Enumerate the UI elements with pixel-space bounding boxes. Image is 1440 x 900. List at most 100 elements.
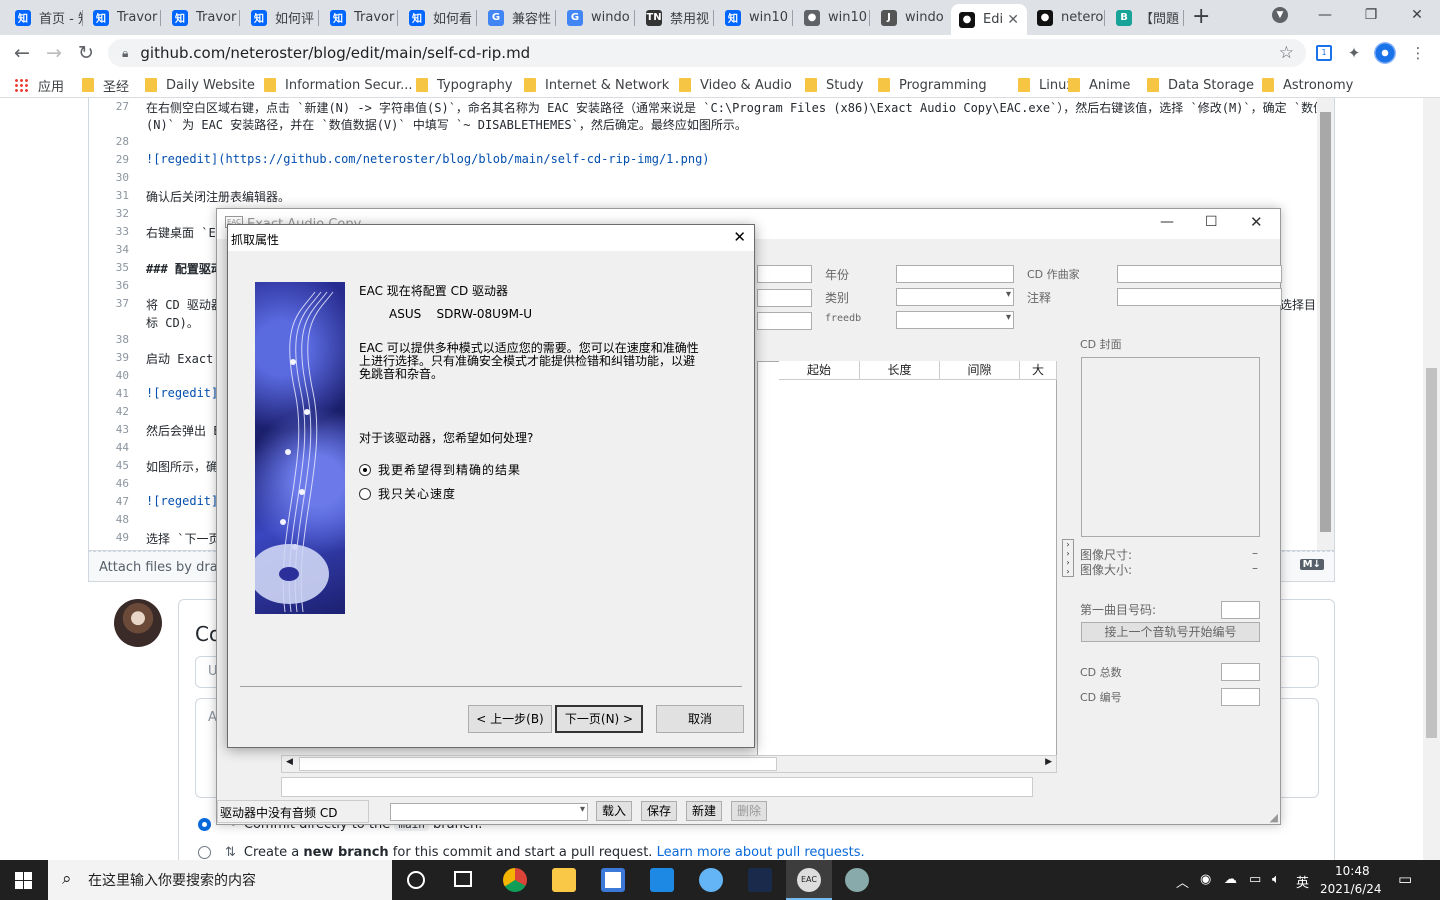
tab-search-button[interactable]: ▼	[1258, 0, 1302, 30]
menu-icon[interactable]: ⋮	[1407, 42, 1429, 64]
chrome-icon[interactable]	[503, 868, 527, 892]
browser-tab[interactable]: ● netero	[1029, 4, 1105, 31]
editor-line[interactable]: 然后会弹出 E	[146, 422, 220, 439]
bookmark-folder[interactable]: Astronomy	[1262, 75, 1353, 95]
continue-numbering-button[interactable]: 接上一个音轨号开始编号	[1081, 622, 1260, 642]
eac-minimize-button[interactable]: —	[1160, 214, 1174, 230]
commit-new-branch-option[interactable]: ⇅ Create a new branch for this commit an…	[198, 845, 865, 860]
scrollbar-thumb[interactable]	[299, 757, 777, 771]
editor-line[interactable]: 将 CD 驱动器	[146, 296, 223, 313]
dialog-close-button[interactable]: ✕	[733, 228, 746, 246]
browser-tab[interactable]: Jwindo	[873, 4, 949, 31]
browser-tab[interactable]: 知如何看	[401, 4, 477, 31]
cd-cover-image[interactable]	[1081, 357, 1260, 537]
save-button[interactable]: 保存	[641, 801, 677, 821]
drive-dropdown[interactable]	[390, 803, 588, 821]
browser-tab[interactable]: Gwindo	[559, 4, 635, 31]
extension-icon[interactable]: 1	[1313, 42, 1335, 64]
telegram-icon[interactable]	[699, 868, 723, 892]
column-gap[interactable]: 间隙	[940, 361, 1020, 380]
bookmark-folder[interactable]: Data Storage	[1147, 75, 1254, 95]
notification-icon[interactable]: ▭	[1398, 870, 1412, 888]
cloud-icon[interactable]: ☁	[1224, 872, 1237, 887]
page-scrollbar[interactable]	[1423, 98, 1440, 860]
cortana-icon[interactable]	[407, 871, 425, 889]
editor-line[interactable]: 选择 `下一页	[146, 530, 220, 547]
browser-tab[interactable]: TN 禁用视	[638, 4, 714, 31]
freedb-dropdown[interactable]	[896, 311, 1014, 329]
radio-button[interactable]	[198, 818, 211, 831]
profile-avatar[interactable]	[1374, 42, 1396, 64]
bookmark-folder[interactable]: Programming	[878, 75, 987, 95]
load-button[interactable]: 载入	[596, 801, 632, 821]
bookmark-folder[interactable]: Internet & Network	[524, 75, 669, 95]
new-tab-button[interactable]: +	[1192, 4, 1210, 29]
volume-icon[interactable]: 🔈︎	[1272, 872, 1280, 887]
clock-time[interactable]: 10:48	[1335, 864, 1370, 878]
network-icon[interactable]: ▭	[1249, 872, 1261, 887]
apps-shortcut[interactable]: 应用	[14, 75, 64, 95]
browser-tab[interactable]: 知首页 - 知	[7, 4, 83, 31]
file-explorer-icon[interactable]	[552, 868, 576, 892]
eac-maximize-button[interactable]: ☐	[1205, 214, 1218, 230]
track-list-hscroll[interactable]: ◀ ▶	[281, 755, 1057, 773]
editor-line[interactable]: ![regedit](	[146, 494, 225, 508]
taskbar-search-box[interactable]: ⌕ 在这里输入你要搜索的内容	[48, 860, 392, 900]
scrollbar-thumb[interactable]	[1320, 112, 1331, 532]
store-icon[interactable]	[601, 868, 625, 892]
back-button[interactable]: < 上一步(B)	[468, 705, 552, 733]
editor-line[interactable]: 在右侧空白区域右键，点击 `新建(N) -> 字符串值(S)`，命名其名称为 E…	[146, 99, 1334, 116]
editor-line[interactable]: ![regedit](	[146, 386, 225, 400]
album-info-field[interactable]	[757, 312, 812, 330]
star-icon[interactable]: ☆	[1279, 43, 1294, 63]
browser-tab[interactable]: ● Edi ✕	[951, 4, 1027, 35]
cd-number-field[interactable]	[1221, 688, 1260, 706]
bookmark-folder[interactable]: Information Secur...	[264, 75, 413, 95]
browser-tab[interactable]: B 【問題	[1108, 4, 1184, 31]
bookmark-folder[interactable]: Video & Audio	[679, 75, 792, 95]
album-artist-field[interactable]	[757, 289, 812, 307]
bookmark-folder[interactable]: Study	[805, 75, 864, 95]
reload-button[interactable]: ↻	[75, 42, 97, 64]
scroll-left-icon[interactable]: ◀	[286, 757, 293, 767]
clock-date[interactable]: 2021/6/24	[1320, 882, 1382, 896]
mail-icon[interactable]	[650, 868, 674, 892]
browser-tab[interactable]: ● win10	[796, 4, 870, 31]
resize-grip-icon[interactable]: ◢	[1270, 811, 1278, 824]
bookmark-folder[interactable]: Daily Website	[145, 75, 255, 95]
restore-button[interactable]: ❐	[1348, 0, 1394, 30]
address-bar[interactable]: 🔒︎ github.com/neteroster/blog/edit/main/…	[108, 39, 1306, 67]
windows-start-icon[interactable]	[15, 872, 32, 889]
album-title-field[interactable]	[757, 265, 812, 283]
browser-tab[interactable]: 知如何评	[243, 4, 319, 31]
scroll-right-icon[interactable]: ▶	[1045, 757, 1052, 767]
app-icon[interactable]	[748, 868, 772, 892]
editor-line[interactable]: (N)` 为 EAC 安装路径，并在 `数值数据(V)` 中填写 `~ DISA…	[146, 116, 747, 133]
bookmark-folder[interactable]: Linux	[1018, 75, 1074, 95]
comment-field[interactable]	[1117, 288, 1282, 306]
editor-scrollbar[interactable]	[1317, 98, 1334, 550]
browser-tab[interactable]: G 兼容性	[480, 4, 556, 31]
task-view-icon[interactable]	[454, 871, 472, 887]
ime-indicator[interactable]: 英	[1296, 872, 1309, 891]
option-accurate[interactable]: 我更希望得到精确的结果	[359, 461, 521, 478]
editor-line[interactable]: 右键桌面 `E	[146, 224, 216, 241]
next-button[interactable]: 下一页(N) >	[555, 705, 643, 733]
user-avatar[interactable]	[114, 599, 162, 647]
bookmark-folder[interactable]: Anime	[1068, 75, 1130, 95]
cd-total-field[interactable]	[1221, 663, 1260, 681]
forward-button[interactable]: →	[43, 42, 65, 64]
close-window-button[interactable]: ✕	[1394, 0, 1440, 30]
option-speed[interactable]: 我只关心速度	[359, 485, 456, 502]
editor-line[interactable]: 启动 Exact	[146, 350, 213, 367]
scrollbar-thumb[interactable]	[1426, 368, 1437, 738]
eac-close-button[interactable]: ✕	[1250, 213, 1263, 231]
editor-line[interactable]: 标 CD)。	[146, 314, 199, 331]
cancel-button[interactable]: 取消	[656, 705, 744, 733]
column-length[interactable]: 长度	[860, 361, 940, 380]
tab-close-icon[interactable]: ✕	[1007, 12, 1019, 28]
column-start[interactable]: 起始	[779, 361, 860, 380]
year-field[interactable]	[896, 265, 1014, 283]
network-app-icon[interactable]: ◉	[1200, 872, 1211, 887]
genre-dropdown[interactable]	[896, 288, 1014, 306]
